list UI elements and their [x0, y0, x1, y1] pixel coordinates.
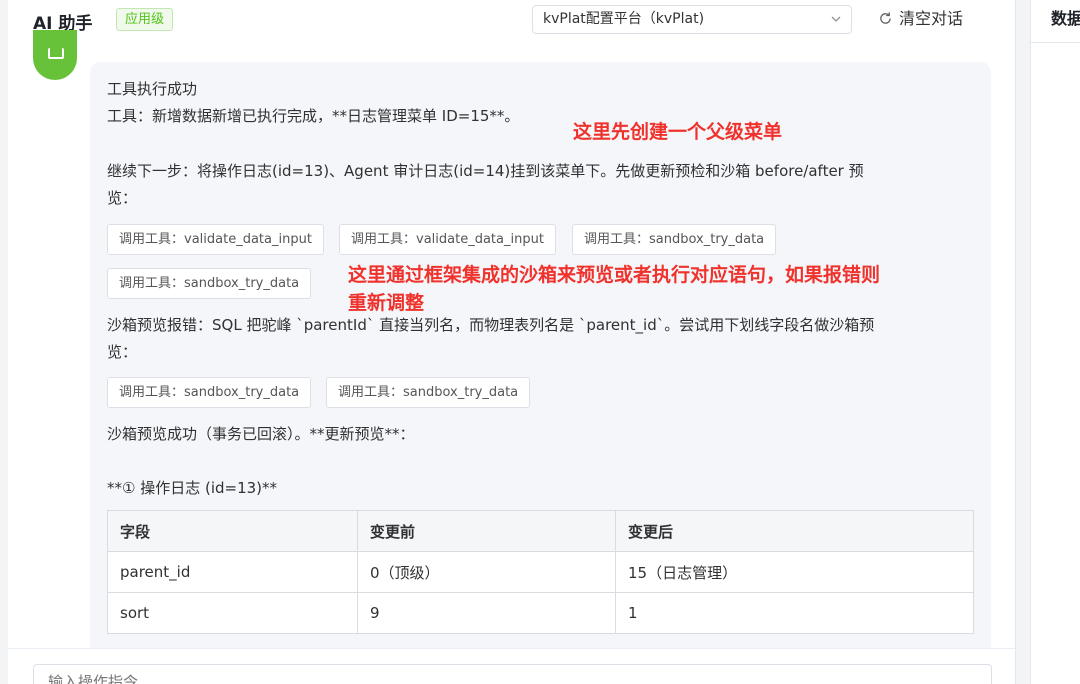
message-status: 工具执行成功: [107, 80, 198, 98]
right-panel-title: 数据: [1051, 9, 1080, 28]
table-cell: 1: [615, 592, 974, 634]
level-badge: 应用级: [116, 8, 174, 31]
refresh-icon: [880, 12, 891, 24]
chat-panel: AI 助手 应用级 kvPlat配置平台（kvPlat) 清空对话 工具执行成功…: [8, 0, 1016, 684]
input-area: [8, 648, 1015, 684]
annotation-note-1: 这里先创建一个父级菜单: [573, 121, 783, 143]
annotation-note-2-cont: 重新调整: [348, 292, 425, 314]
clear-chat-label: 清空对话: [899, 9, 964, 28]
message-line-sandbox-error-cont: 览：: [107, 343, 138, 361]
table-header-row: 字段 变更前 变更后: [107, 510, 974, 552]
assistant-avatar: [33, 30, 77, 80]
message-line-next-step-cont: 览：: [107, 189, 138, 207]
command-input[interactable]: [33, 664, 992, 684]
table-cell: sort: [107, 592, 358, 634]
tool-call-chip[interactable]: 调用工具：sandbox_try_data: [107, 268, 312, 299]
column-header: 变更前: [357, 510, 616, 552]
platform-select[interactable]: kvPlat配置平台（kvPlat): [532, 5, 852, 34]
platform-select-value: kvPlat配置平台（kvPlat): [543, 11, 705, 27]
annotation-note-2: 这里通过框架集成的沙箱来预览或者执行对应语句，如果报错则: [348, 264, 881, 286]
clear-chat-button[interactable]: 清空对话: [878, 8, 963, 32]
table-cell: 0（顶级）: [357, 551, 616, 593]
column-header: 字段: [107, 510, 358, 552]
table-cell: 9: [357, 592, 616, 634]
tool-call-chip[interactable]: 调用工具：sandbox_try_data: [107, 377, 312, 408]
tool-call-chip[interactable]: 调用工具：sandbox_try_data: [326, 377, 531, 408]
chat-header: AI 助手 应用级 kvPlat配置平台（kvPlat) 清空对话: [8, 0, 1015, 40]
table-row: sort 9 1: [107, 592, 974, 634]
update-preview-table: 字段 变更前 变更后 parent_id 0（顶级） 15（日志管理） sort…: [107, 510, 974, 634]
tool-call-chip[interactable]: 调用工具：validate_data_input: [107, 224, 324, 255]
divider: [1031, 42, 1080, 43]
message-line-section-title: **① 操作日志 (id=13)**: [107, 479, 278, 497]
chevron-down-icon: [831, 16, 841, 22]
table-cell: parent_id: [107, 551, 358, 593]
column-header: 变更后: [615, 510, 974, 552]
table-cell: 15（日志管理）: [615, 551, 974, 593]
message-line-sandbox-success: 沙箱预览成功（事务已回滚）。**更新预览**：: [107, 425, 415, 443]
right-panel: 数据: [1030, 0, 1080, 684]
message-line-sandbox-error: 沙箱预览报错：SQL 把驼峰 `parentId` 直接当列名，而物理表列名是 …: [107, 316, 875, 334]
table-row: parent_id 0（顶级） 15（日志管理）: [107, 551, 974, 593]
tool-call-chip[interactable]: 调用工具：sandbox_try_data: [572, 224, 777, 255]
tool-call-chip[interactable]: 调用工具：validate_data_input: [339, 224, 556, 255]
message-line-next-step: 继续下一步：将操作日志(id=13)、Agent 审计日志(id=14)挂到该菜…: [107, 162, 864, 180]
message-line-tool-result: 工具：新增数据新增已执行完成，**日志管理菜单 ID=15**。: [107, 107, 520, 125]
